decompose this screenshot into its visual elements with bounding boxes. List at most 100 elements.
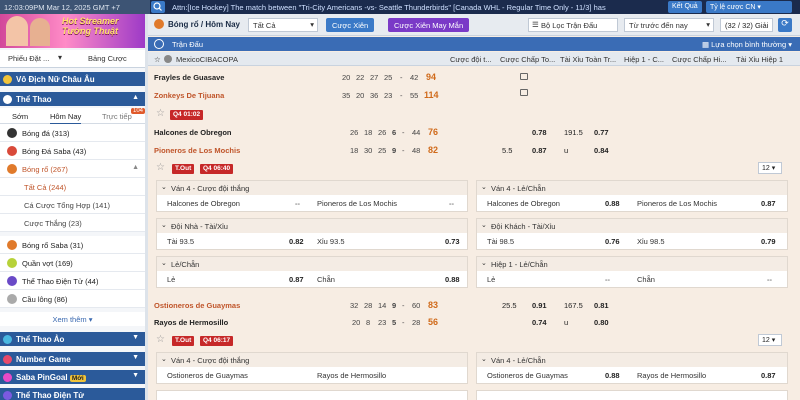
pingoal-icon — [3, 373, 12, 382]
selection-odds[interactable]: 0.73 — [445, 237, 460, 246]
sidebar-item-saba-soccer[interactable]: Bóng Đá Saba (43) — [0, 142, 145, 160]
sidebar-item-count: (313) — [52, 129, 70, 138]
results-button[interactable]: Kết Quả — [668, 1, 702, 13]
select-value: Tất Cả — [253, 21, 276, 30]
selection-label[interactable]: Chẵn — [637, 275, 655, 284]
view-mode-select[interactable]: ▦ Lựa chọn bình thường ▾ — [702, 40, 792, 49]
esports-icon — [7, 276, 17, 286]
league-filter-button[interactable]: ☰ Bộ Lọc Trận Đấu — [528, 18, 618, 32]
selection-odds[interactable]: 0.87 — [761, 371, 776, 380]
sidebar-item-basketball[interactable]: Bóng rổ (267) ▲ — [0, 160, 145, 178]
search-icon[interactable] — [151, 1, 165, 13]
star-icon[interactable]: ☆ — [156, 162, 165, 173]
refresh-icon[interactable]: ⟳ — [778, 18, 792, 32]
selection-odds[interactable]: 0.82 — [289, 237, 304, 246]
selection-label[interactable]: Pioneros de Los Mochis — [637, 199, 717, 208]
selection-odds[interactable]: 0.88 — [445, 275, 460, 284]
tab-bet-slip[interactable]: Phiếu Đặt ... — [8, 54, 49, 63]
sidebar-item-tennis[interactable]: Quần vợt (169) — [0, 254, 145, 272]
section-asian-cup[interactable]: Vô Địch Nữ Châu Âu — [0, 72, 145, 86]
selection-label[interactable]: Ostioneros de Guaymas — [487, 371, 568, 380]
market-filter-select[interactable]: Tất Cả ▾ — [248, 18, 318, 32]
sort-select[interactable]: Từ trước đến nay ▾ — [624, 18, 714, 32]
chevron-down-icon: ▾ — [788, 40, 792, 49]
section-pingoal[interactable]: Saba PinGoal Mới ▼ — [0, 370, 145, 384]
handicap-odds-home[interactable]: 0.78 — [532, 128, 547, 137]
more-markets-dropdown[interactable]: 12 ▾ — [758, 162, 782, 174]
more-markets-dropdown[interactable]: 12 ▾ — [758, 334, 782, 346]
selection-odds[interactable]: -- — [605, 275, 610, 284]
tab-early[interactable]: Sớm — [12, 112, 28, 121]
selection-label[interactable]: Halcones de Obregon — [487, 199, 560, 208]
selection-odds[interactable]: 0.88 — [605, 371, 620, 380]
sidebar-subitem-outright[interactable]: Cược Thắng (23) — [0, 214, 145, 232]
market-panel-header[interactable]: ⌄ Đội Khách - Tài/Xỉu — [477, 219, 787, 233]
sidebar-item-saba-basketball[interactable]: Bóng rổ Saba (31) — [0, 236, 145, 254]
market-panel-header[interactable]: ⌄ Ván 4 - Lẻ/Chẵn — [477, 181, 787, 195]
parlay-button[interactable]: Cược Xiên — [326, 18, 375, 32]
sidebar-subitem-all[interactable]: Tất Cả (244) — [0, 178, 145, 196]
chevron-down-icon[interactable]: ▾ — [58, 53, 62, 62]
selection-label[interactable]: Xỉu 93.5 — [317, 237, 345, 246]
over-odds[interactable]: 0.81 — [594, 301, 609, 310]
column-h1-over-under: Tài Xỉu Hiệp 1 — [736, 55, 784, 64]
over-odds[interactable]: 0.77 — [594, 128, 609, 137]
selection-label[interactable]: Tài 93.5 — [167, 237, 194, 246]
selection-odds[interactable]: 0.76 — [605, 237, 620, 246]
sidebar-subitem-parlay[interactable]: Cá Cược Tổng Hợp (141) — [0, 196, 145, 214]
handicap-odds-away[interactable]: 0.74 — [532, 318, 547, 327]
selection-odds[interactable]: -- — [449, 199, 454, 208]
handicap-odds-away[interactable]: 0.87 — [532, 146, 547, 155]
market-panel-header[interactable]: ⌄ Ván 4 - Lẻ/Chẵn — [477, 353, 787, 367]
market-panel-header[interactable]: ⌄ Ván 4 - Cược đội thắng — [157, 181, 467, 195]
selection-odds[interactable]: -- — [295, 199, 300, 208]
column-handicap: Cược Chấp To... — [500, 55, 556, 64]
section-virtual[interactable]: Thể Thao Ảo ▼ — [0, 332, 145, 346]
star-icon[interactable]: ☆ — [154, 55, 161, 64]
chevron-down-icon: ▼ — [132, 334, 139, 341]
selection-label[interactable]: Pioneros de Los Mochis — [317, 199, 397, 208]
selection-label[interactable]: Tài 98.5 — [487, 237, 514, 246]
selection-odds[interactable]: 0.87 — [761, 199, 776, 208]
market-panel-header[interactable]: ⌄ Ván 4 - Cược đội thắng — [157, 353, 467, 367]
selection-label[interactable]: Halcones de Obregon — [167, 199, 240, 208]
odds-type-button[interactable]: Tỷ lệ cược CN ▾ — [706, 1, 792, 13]
market-panel-header[interactable]: ⌄ Đội Nhà - Tài/Xỉu — [157, 219, 467, 233]
live-time-tag: Q4 06:40 — [200, 164, 234, 174]
selection-odds[interactable]: -- — [767, 275, 772, 284]
section-label: Vô Địch Nữ Châu Âu — [16, 75, 95, 84]
quarter-score: 28 — [412, 318, 421, 327]
section-esports[interactable]: Thể Thao Điện Tử — [0, 388, 145, 400]
selection-odds[interactable]: 0.87 — [289, 275, 304, 284]
tab-bet-list[interactable]: Bảng Cược — [88, 54, 127, 63]
selection-label[interactable]: Ostioneros de Guaymas — [167, 371, 248, 380]
market-panel-header[interactable]: ⌄ Hiệp 1 - Lẻ/Chẵn — [477, 257, 787, 271]
sidebar-item-soccer[interactable]: Bóng đá (313) — [0, 124, 145, 142]
selection-odds[interactable]: 0.79 — [761, 237, 776, 246]
market-panel-header[interactable]: ⌄ Lẻ/Chẵn — [157, 257, 467, 271]
section-sports[interactable]: Thể Thao ▲ — [0, 92, 145, 106]
selection-label[interactable]: Xỉu 98.5 — [637, 237, 665, 246]
quarter-score: 8 — [366, 318, 371, 327]
star-icon[interactable]: ☆ — [156, 334, 165, 345]
handicap-odds-home[interactable]: 0.91 — [532, 301, 547, 310]
lucky-parlay-button[interactable]: Cược Xiên May Mắn — [388, 18, 470, 32]
selection-label[interactable]: Chẵn — [317, 275, 335, 284]
under-odds[interactable]: 0.80 — [594, 318, 609, 327]
selection-label[interactable]: Rayos de Hermosillo — [317, 371, 386, 380]
selection-label[interactable]: Lẻ — [487, 275, 495, 284]
under-odds[interactable]: 0.84 — [594, 146, 609, 155]
show-more-link[interactable]: Xem thêm ▾ — [0, 312, 145, 326]
selection-odds[interactable]: 0.88 — [605, 199, 620, 208]
promo-banner[interactable]: Hot Streamer Tướng Thuật — [0, 14, 145, 48]
sidebar-item-count: (267) — [50, 165, 68, 174]
selection-label[interactable]: Lẻ — [167, 275, 175, 284]
sidebar-item-badminton[interactable]: Cầu lông (86) — [0, 290, 145, 308]
selection-label[interactable]: Rayos de Hermosillo — [637, 371, 706, 380]
star-icon[interactable]: ☆ — [156, 108, 165, 119]
section-number-game[interactable]: Number Game ▼ — [0, 352, 145, 366]
sidebar-item-esports[interactable]: Thể Thao Điện Tử (44) — [0, 272, 145, 290]
tab-live[interactable]: Trực tiếp — [102, 112, 132, 121]
chevron-down-icon: ⌄ — [481, 356, 487, 363]
league-count: (32 / 32) Giải — [720, 18, 774, 32]
